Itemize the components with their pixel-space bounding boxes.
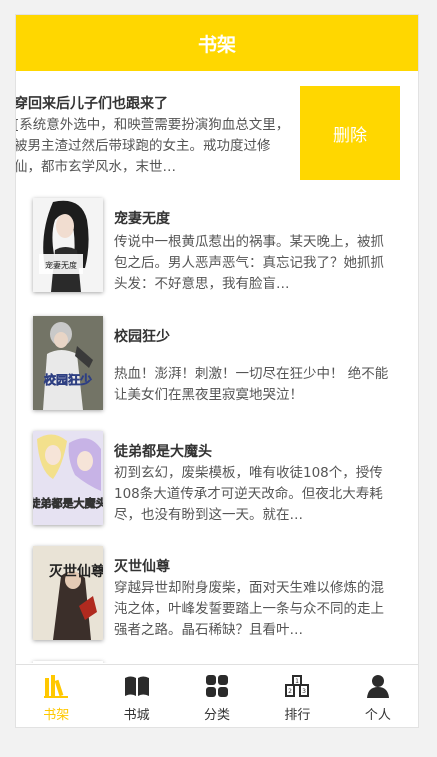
svg-text:1: 1 xyxy=(296,678,300,685)
bookshelf-icon xyxy=(44,675,69,698)
bottom-tab-bar: 书架 书城 分类 1 2 3 排行 个人 xyxy=(16,664,418,727)
list-item[interactable]: 灭世仙尊 灭世仙尊 穿越异世却附身废柴，面对天生难以修炼的混沌之体，叶峰发誓要踏… xyxy=(16,546,418,658)
tab-label: 排行 xyxy=(284,708,311,723)
book-cover[interactable]: 灭世仙尊 xyxy=(33,546,103,640)
book-cover[interactable]: 宠妻无度 xyxy=(33,198,103,292)
tab-label: 书城 xyxy=(123,708,150,723)
list-item-swiped[interactable]: 穿回来后儿子们也跟来了 [系统意外选中，和映萱需要扮演狗血总文里，被男主渣过然后… xyxy=(16,71,418,196)
book-info[interactable]: 徒弟都是大魔头 初到玄幻，废柴模板，唯有收徒108个，授传108条大道传承才可逆… xyxy=(114,441,390,526)
book-info[interactable]: 灭世仙尊 穿越异世却附身废柴，面对天生难以修炼的混沌之体，叶峰发誓要踏上一条与众… xyxy=(114,556,390,641)
podium-icon: 1 2 3 xyxy=(285,675,310,697)
book-cover[interactable]: 徒弟都是大魔头 xyxy=(33,431,103,525)
list-item[interactable]: 徒弟都是大魔头 徒弟都是大魔头 初到玄幻，废柴模板，唯有收徒108个，授传108… xyxy=(16,431,418,543)
bookshelf-list[interactable]: 穿回来后儿子们也跟来了 [系统意外选中，和映萱需要扮演狗血总文里，被男主渣过然后… xyxy=(16,71,418,663)
book-title: 宠妻无度 xyxy=(114,211,170,227)
tab-ranking[interactable]: 1 2 3 排行 xyxy=(257,665,337,727)
svg-text:2: 2 xyxy=(289,688,293,695)
tab-bookstore[interactable]: 书城 xyxy=(96,665,176,727)
book-title: 徒弟都是大魔头 xyxy=(114,444,212,460)
book-title: 灭世仙尊 xyxy=(114,559,170,575)
book-cover-text: 灭世仙尊 xyxy=(48,563,103,580)
app-frame: 书架 穿回来后儿子们也跟来了 [系统意外选中，和映萱需要扮演狗血总文里，被男主渣… xyxy=(15,14,419,728)
tab-label: 书架 xyxy=(43,708,70,723)
tab-label: 分类 xyxy=(204,708,231,723)
page-title: 书架 xyxy=(197,33,236,56)
book-title: 穿回来后儿子们也跟来了 xyxy=(16,96,168,112)
list-item[interactable]: 宠妻无度 宠妻无度 传说中一根黄瓜惹出的祸事。某天晚上，被抓包之后。男人恶声恶气… xyxy=(16,198,418,310)
book-cover-text: 宠妻无度 xyxy=(45,260,77,270)
book-cover[interactable]: 校园狂少 xyxy=(33,316,103,410)
category-grid-icon xyxy=(206,675,229,697)
book-cover-text: 徒弟都是大魔头 xyxy=(33,496,103,510)
book-cover[interactable] xyxy=(33,661,103,663)
book-description: 传说中一根黄瓜惹出的祸事。某天晚上，被抓包之后。男人恶声恶气：真忘记我了？她抓抓… xyxy=(114,234,384,292)
book-cover-text: 校园狂少 xyxy=(44,372,92,387)
tab-profile[interactable]: 个人 xyxy=(338,665,418,727)
book-description: 穿越异世却附身废柴，面对天生难以修炼的混沌之体，叶峰发誓要踏上一条与众不同的走上… xyxy=(114,580,384,638)
list-item[interactable]: 校园狂少 校园狂少 热血！澎湃！刺激！一切尽在狂少中！ 绝不能让美女们在黑夜里寂… xyxy=(16,316,418,428)
tab-label: 个人 xyxy=(364,708,391,723)
book-description: 热血！澎湃！刺激！一切尽在狂少中！ 绝不能让美女们在黑夜里寂寞地哭泣！ xyxy=(114,366,389,403)
book-info[interactable]: 校园狂少 热血！澎湃！刺激！一切尽在狂少中！ 绝不能让美女们在黑夜里寂寞地哭泣！ xyxy=(114,326,390,427)
list-item[interactable] xyxy=(16,661,418,663)
tab-category[interactable]: 分类 xyxy=(177,665,257,727)
svg-text:3: 3 xyxy=(303,688,307,695)
page-header: 书架 xyxy=(16,15,418,71)
book-description: [系统意外选中，和映萱需要扮演狗血总文里，被男主渣过然后带球跑的女主。戒功度过修… xyxy=(16,117,290,175)
delete-button[interactable]: 删除 xyxy=(300,86,400,180)
tab-bookshelf[interactable]: 书架 xyxy=(16,665,96,727)
person-icon xyxy=(366,675,389,698)
book-info[interactable]: 宠妻无度 传说中一根黄瓜惹出的祸事。某天晚上，被抓包之后。男人恶声恶气：真忘记我… xyxy=(114,208,390,295)
book-description: 初到玄幻，废柴模板，唯有收徒108个，授传108条大道传承才可逆天改命。但夜北大… xyxy=(114,465,383,523)
open-book-icon xyxy=(124,676,149,696)
book-info[interactable]: 穿回来后儿子们也跟来了 [系统意外选中，和映萱需要扮演狗血总文里，被男主渣过然后… xyxy=(16,93,296,178)
book-title: 校园狂少 xyxy=(114,329,170,345)
